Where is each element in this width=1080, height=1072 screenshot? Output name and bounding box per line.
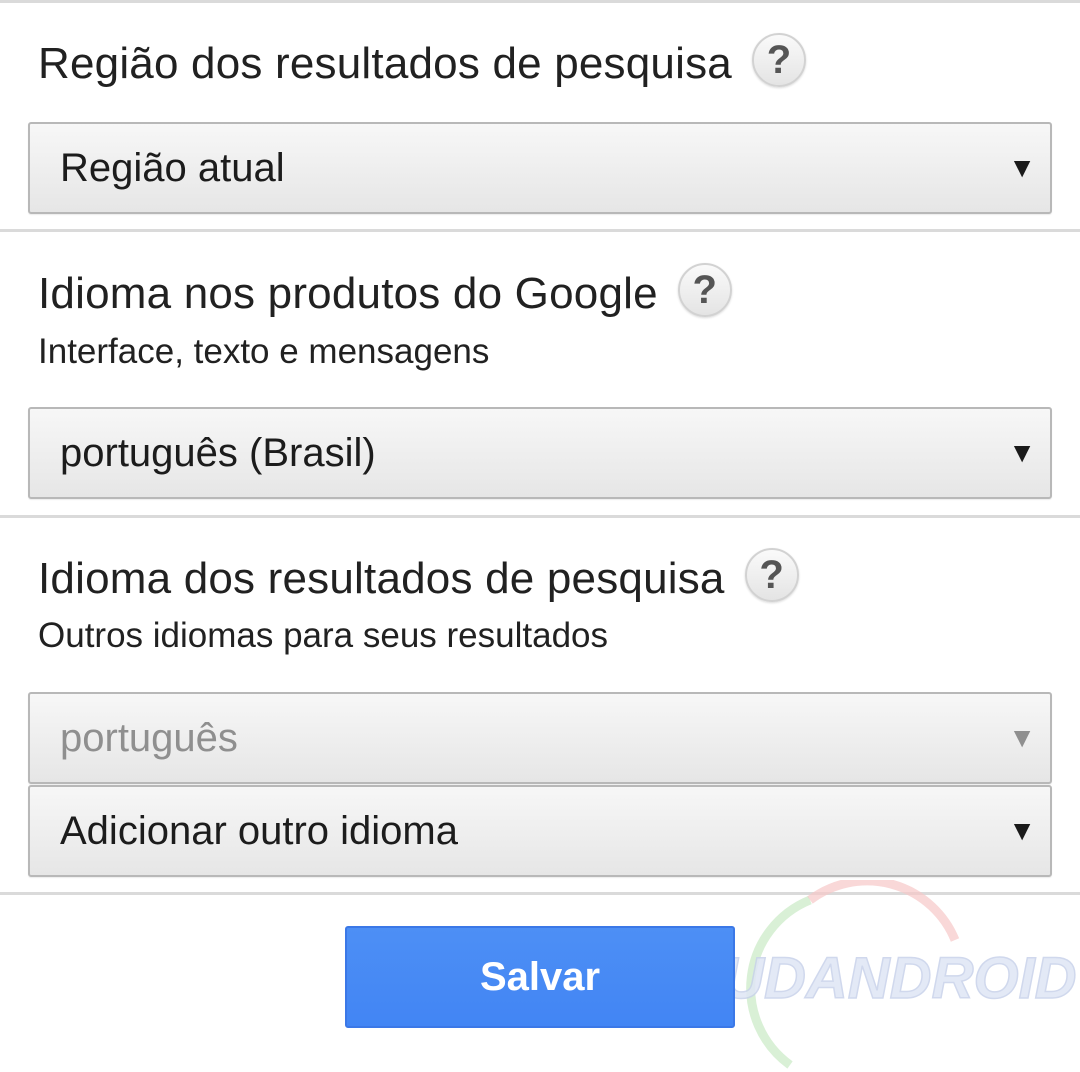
chevron-down-icon: ▼	[1008, 437, 1036, 468]
chevron-down-icon: ▼	[1008, 152, 1036, 183]
chevron-down-icon: ▼	[1008, 815, 1036, 846]
result-language-subtitle: Outros idiomas para seus resultados	[38, 616, 608, 655]
result-language-primary-value: português	[60, 716, 238, 760]
save-button[interactable]: Salvar	[345, 926, 735, 1028]
product-language-select[interactable]: português (Brasil) ▼	[28, 407, 1052, 499]
chevron-down-icon: ▼	[1008, 722, 1036, 753]
add-language-select-value: Adicionar outro idioma	[60, 809, 458, 853]
result-language-primary-select[interactable]: português ▼	[28, 692, 1052, 784]
region-select[interactable]: Região atual ▼	[28, 122, 1052, 214]
add-language-select[interactable]: Adicionar outro idioma ▼	[28, 785, 1052, 877]
result-language-help-icon[interactable]: ?	[744, 548, 799, 602]
product-language-help-icon[interactable]: ?	[677, 263, 732, 317]
result-language-title-row: Idioma dos resultados de pesquisa ?	[38, 547, 799, 611]
region-title-row: Região dos resultados de pesquisa ?	[38, 32, 806, 96]
product-language-title-row: Idioma nos produtos do Google ?	[38, 262, 732, 326]
region-section-title: Região dos resultados de pesquisa	[38, 39, 732, 88]
region-help-icon[interactable]: ?	[751, 33, 806, 87]
section-divider	[0, 229, 1080, 232]
top-divider	[0, 0, 1080, 3]
product-language-select-value: português (Brasil)	[60, 431, 376, 475]
product-language-section-title: Idioma nos produtos do Google	[38, 269, 658, 318]
section-divider	[0, 515, 1080, 518]
product-language-subtitle: Interface, texto e mensagens	[38, 332, 490, 371]
result-language-section-title: Idioma dos resultados de pesquisa	[38, 554, 725, 603]
region-select-value: Região atual	[60, 146, 285, 190]
section-divider	[0, 892, 1080, 895]
